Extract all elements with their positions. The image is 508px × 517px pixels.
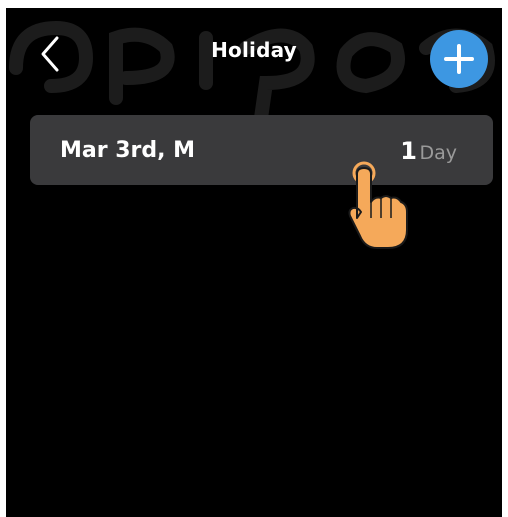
holiday-list-item[interactable]: Mar 3rd, M 1 Day xyxy=(30,115,493,185)
plus-icon xyxy=(444,44,474,74)
holiday-day-unit: Day xyxy=(419,142,457,164)
holiday-date: Mar 3rd, M xyxy=(60,138,196,163)
holiday-day-count: 1 xyxy=(400,137,417,165)
add-holiday-button[interactable] xyxy=(430,30,488,88)
page-title: Holiday xyxy=(211,38,297,62)
holiday-screen: Holiday Mar 3rd, M 1 Day xyxy=(6,8,502,517)
watermark-logo xyxy=(9,20,495,118)
